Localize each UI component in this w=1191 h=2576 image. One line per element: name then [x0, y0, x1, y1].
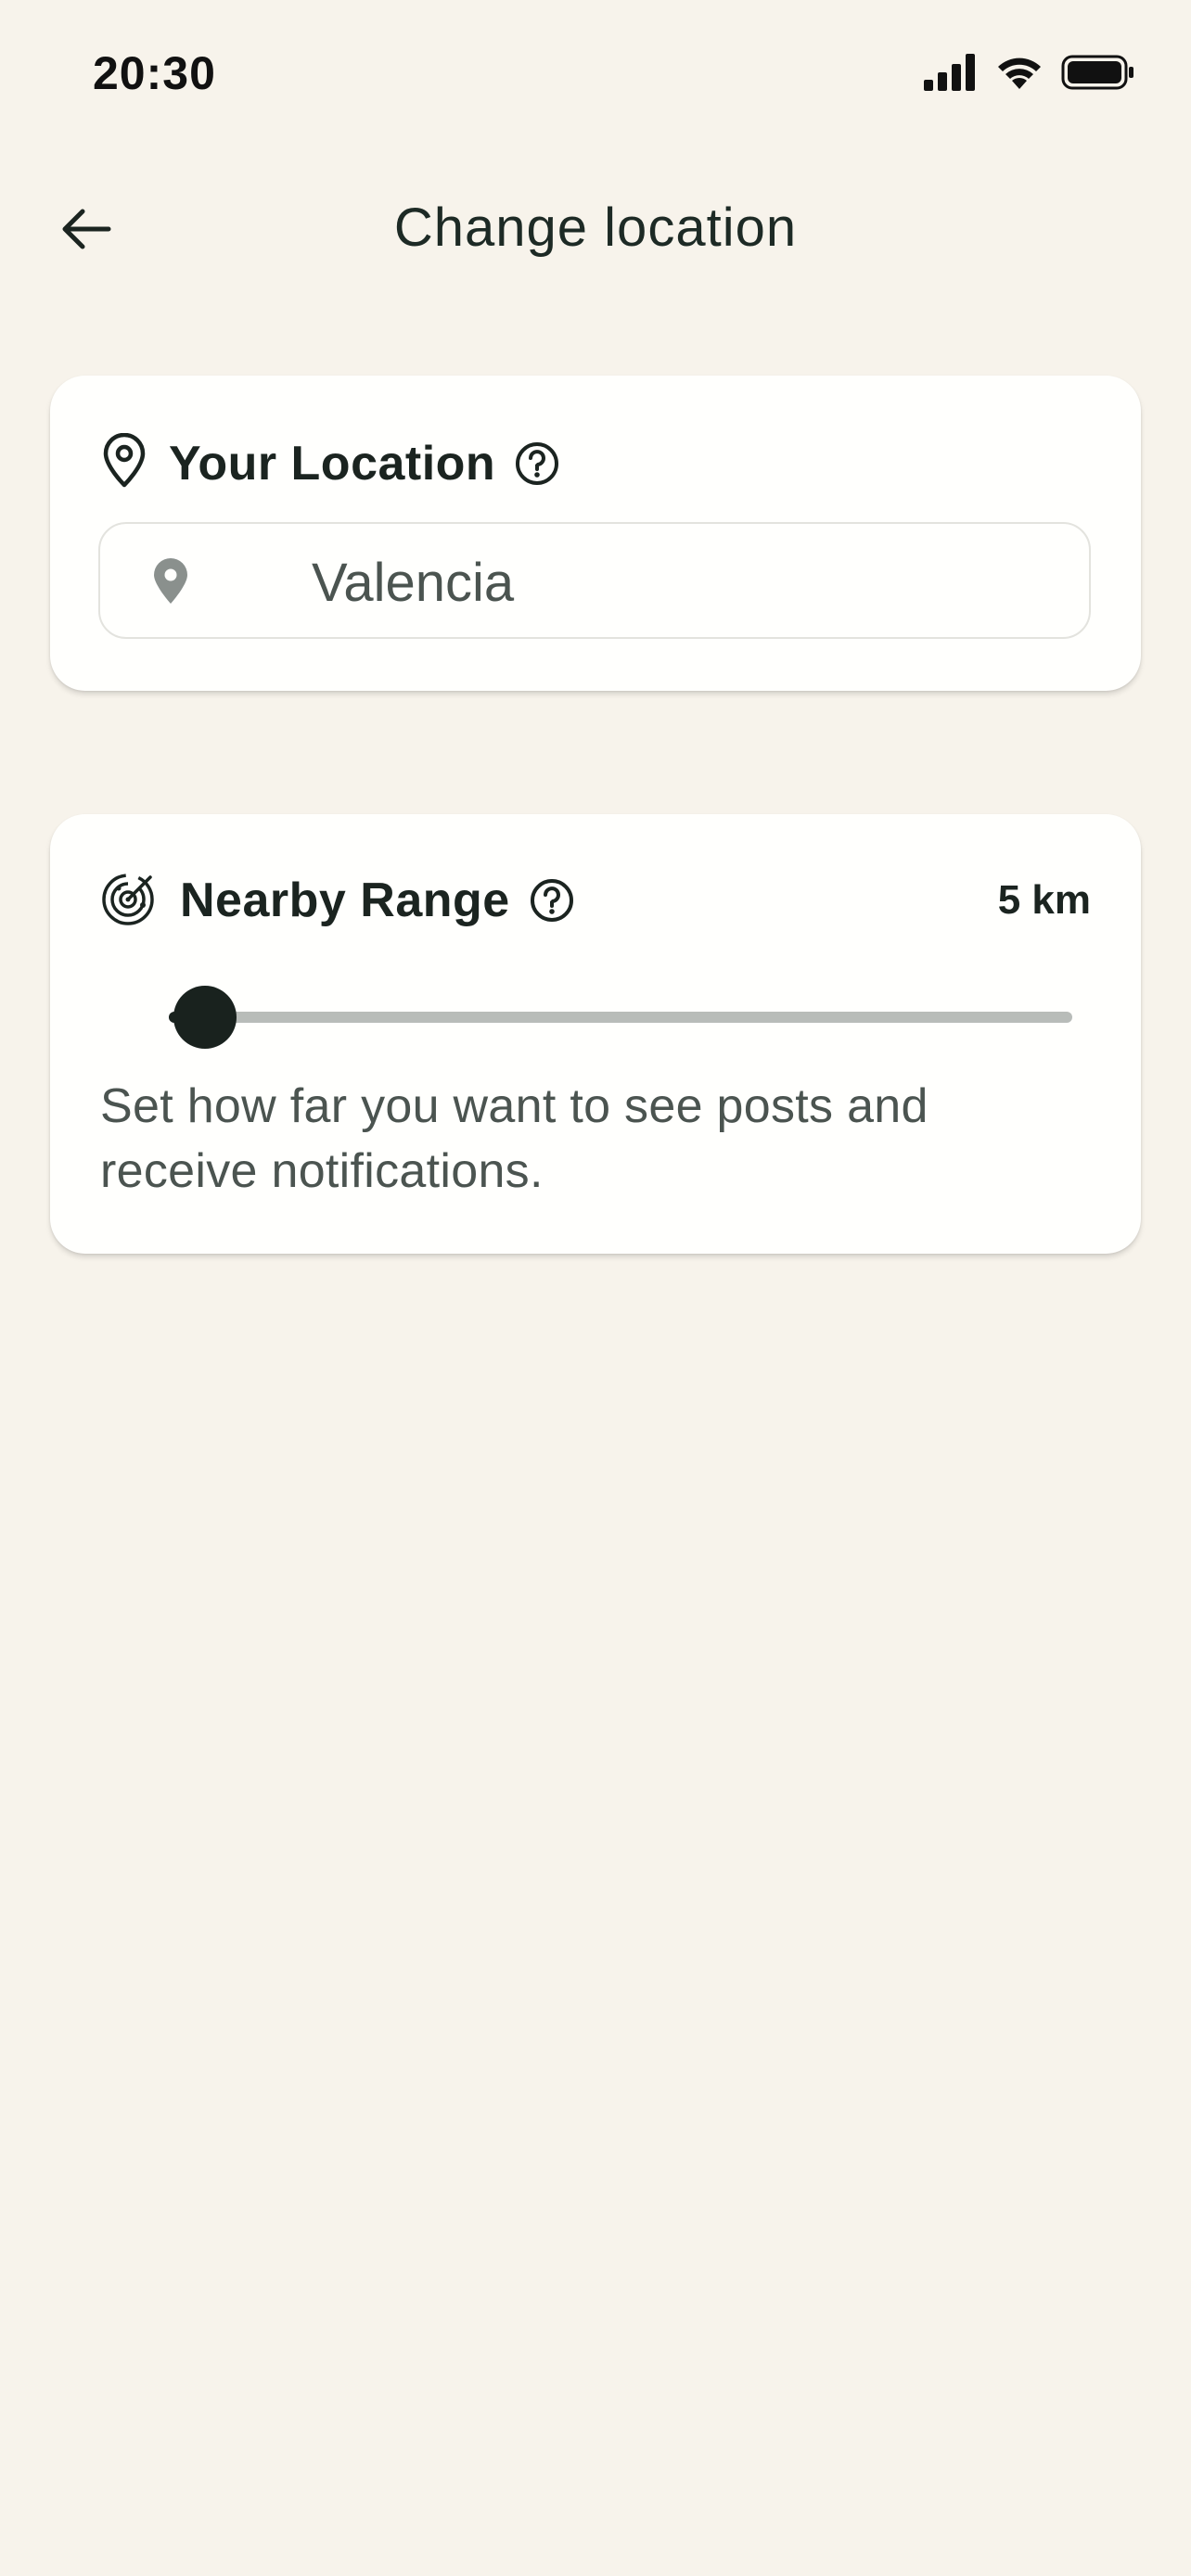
slider-track[interactable] — [169, 1012, 1072, 1023]
slider-thumb[interactable] — [173, 986, 237, 1049]
range-value: 5 km — [997, 877, 1091, 923]
location-input[interactable]: Valencia — [98, 522, 1091, 639]
location-value: Valencia — [312, 553, 515, 613]
location-card-title: Your Location — [169, 436, 496, 491]
signal-icon — [924, 54, 978, 96]
header: Change location — [0, 176, 1191, 287]
range-slider[interactable] — [169, 979, 1072, 1053]
location-card-header: Your Location — [100, 432, 560, 493]
range-card-title: Nearby Range — [180, 873, 510, 927]
range-card-header: Nearby Range — [100, 868, 575, 932]
map-pin-filled-icon — [152, 557, 189, 610]
range-card: Nearby Range 5 km Set how far you want t… — [50, 814, 1141, 1254]
radar-icon — [100, 868, 160, 932]
map-pin-outline-icon — [100, 432, 148, 493]
wifi-icon — [994, 54, 1044, 96]
status-bar: 20:30 — [0, 0, 1191, 148]
help-circle-icon[interactable] — [514, 440, 560, 487]
help-circle-icon[interactable] — [529, 877, 575, 924]
range-description: Set how far you want to see posts and re… — [100, 1079, 928, 1198]
status-time: 20:30 — [93, 47, 216, 99]
status-icons — [924, 54, 1135, 96]
location-card: Your Location Valencia — [50, 376, 1141, 691]
page-title: Change location — [393, 198, 798, 258]
battery-icon — [1061, 54, 1135, 96]
